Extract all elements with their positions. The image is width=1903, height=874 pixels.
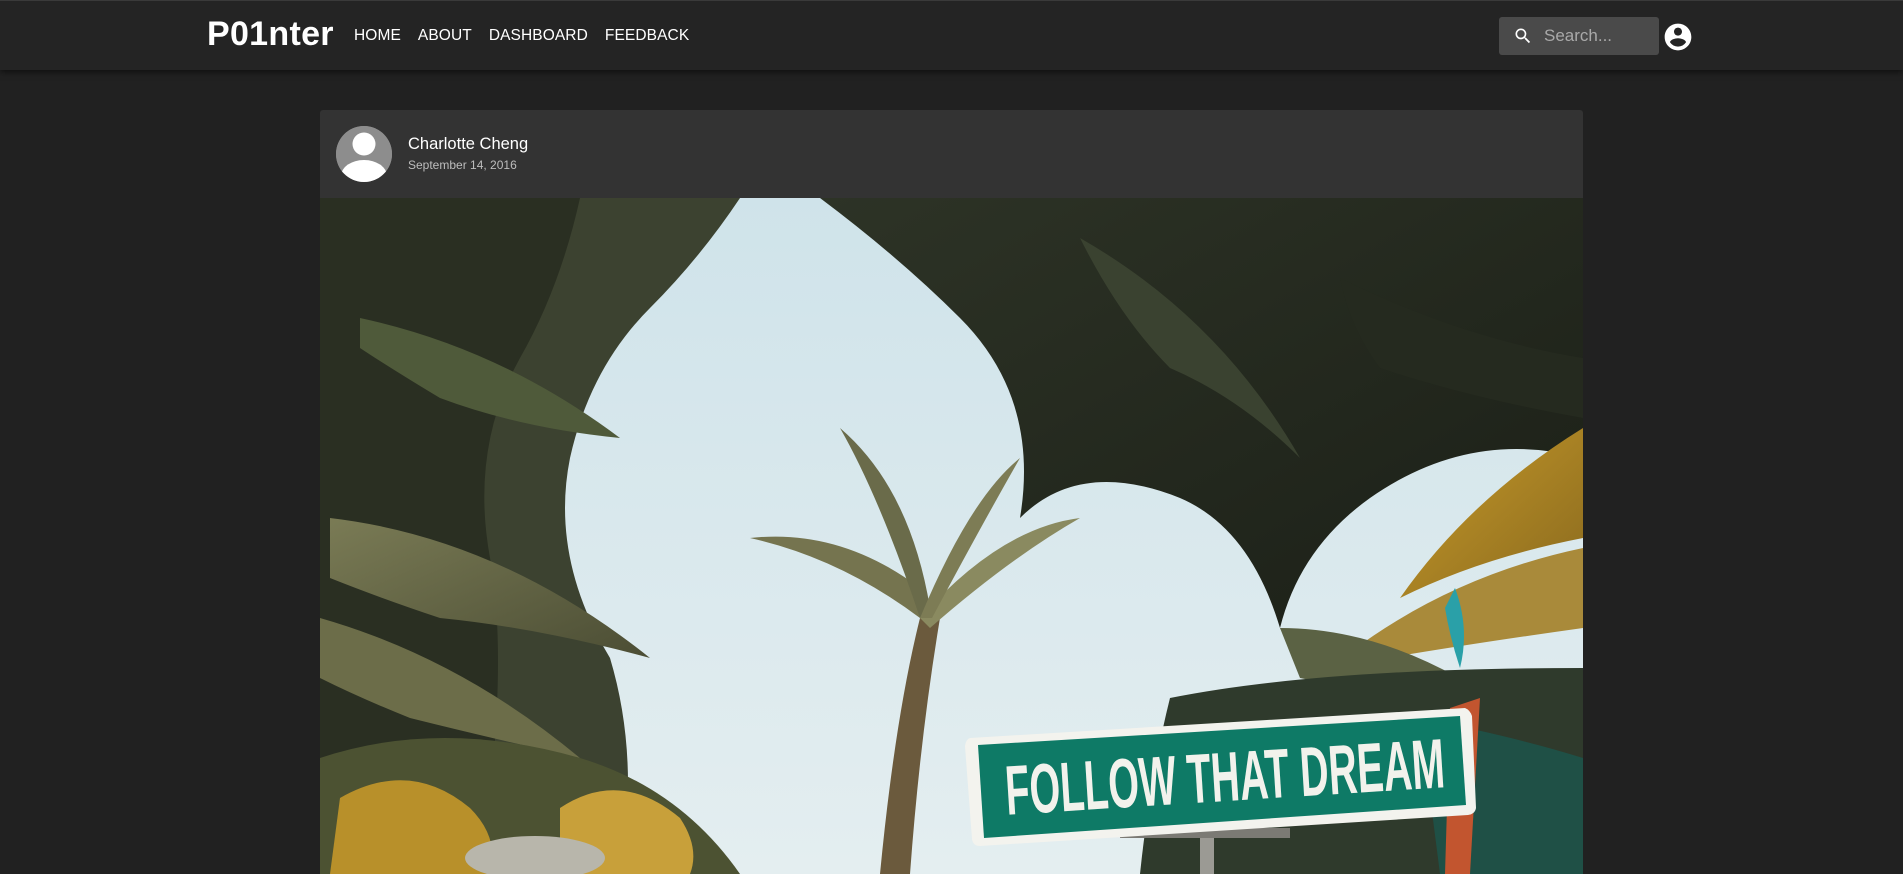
post-card: Charlotte Cheng September 14, 2016 FOLLO… [320, 110, 1583, 874]
nav-dashboard-link[interactable]: DASHBOARD [489, 27, 588, 45]
account-circle-icon[interactable] [1662, 21, 1694, 53]
nav-home-link[interactable]: HOME [354, 27, 401, 45]
top-navbar: P01nter HOME ABOUT DASHBOARD FEEDBACK [0, 0, 1903, 70]
post-image[interactable]: FOLLOW THAT DREAM [320, 198, 1583, 874]
post-date: September 14, 2016 [408, 158, 517, 172]
author-avatar[interactable] [336, 126, 392, 182]
default-user-avatar-icon [336, 126, 392, 182]
author-name[interactable]: Charlotte Cheng [408, 135, 528, 154]
main-nav: HOME ABOUT DASHBOARD FEEDBACK [354, 27, 706, 45]
brand-logo[interactable]: P01nter [207, 15, 334, 54]
nav-about-link[interactable]: ABOUT [418, 27, 472, 45]
search-box[interactable] [1499, 17, 1659, 55]
nav-feedback-link[interactable]: FEEDBACK [605, 27, 689, 45]
post-header: Charlotte Cheng September 14, 2016 [320, 110, 1583, 198]
search-icon [1515, 28, 1531, 44]
search-input[interactable] [1544, 17, 1654, 55]
